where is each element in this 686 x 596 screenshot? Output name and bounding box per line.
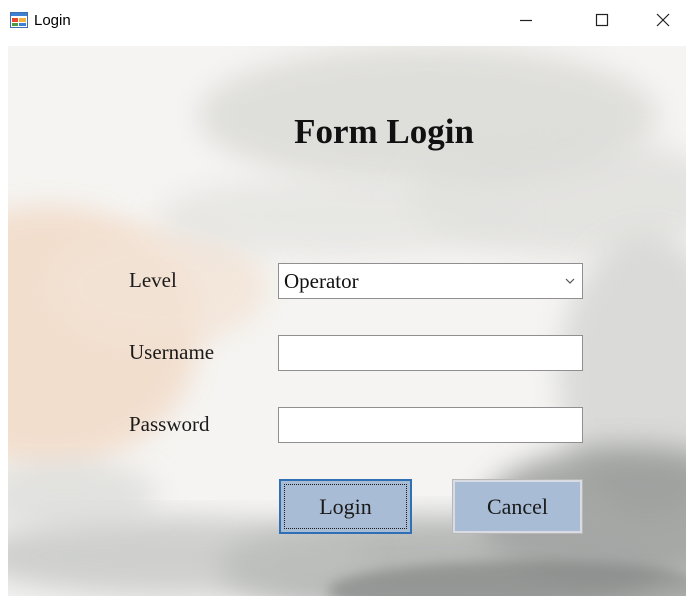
form-heading: Form Login — [294, 112, 474, 151]
close-button[interactable] — [640, 0, 686, 40]
login-window: Login Form Login Level Operator Username… — [0, 0, 686, 596]
close-icon — [656, 13, 670, 27]
password-label: Password — [129, 412, 210, 436]
window-title: Login — [34, 12, 71, 29]
minimize-icon — [520, 19, 532, 22]
username-label: Username — [129, 340, 215, 364]
maximize-icon — [595, 13, 609, 27]
username-input[interactable] — [278, 335, 583, 371]
login-button[interactable]: Login — [279, 479, 412, 534]
cancel-button[interactable]: Cancel — [452, 479, 583, 534]
level-label: Level — [129, 268, 177, 292]
form-client-area: Form Login Level Operator Username Passw… — [8, 46, 686, 596]
login-button-label: Login — [319, 493, 372, 519]
level-dropdown[interactable]: Operator — [278, 263, 583, 299]
chevron-down-icon — [565, 278, 575, 284]
cancel-button-label: Cancel — [486, 493, 549, 519]
maximize-button[interactable] — [579, 0, 625, 40]
password-input[interactable] — [278, 407, 583, 443]
title-bar[interactable]: Login — [0, 0, 686, 46]
minimize-button[interactable] — [503, 0, 549, 40]
level-selected-value: Operator — [284, 269, 359, 293]
form-window-icon — [10, 12, 28, 28]
